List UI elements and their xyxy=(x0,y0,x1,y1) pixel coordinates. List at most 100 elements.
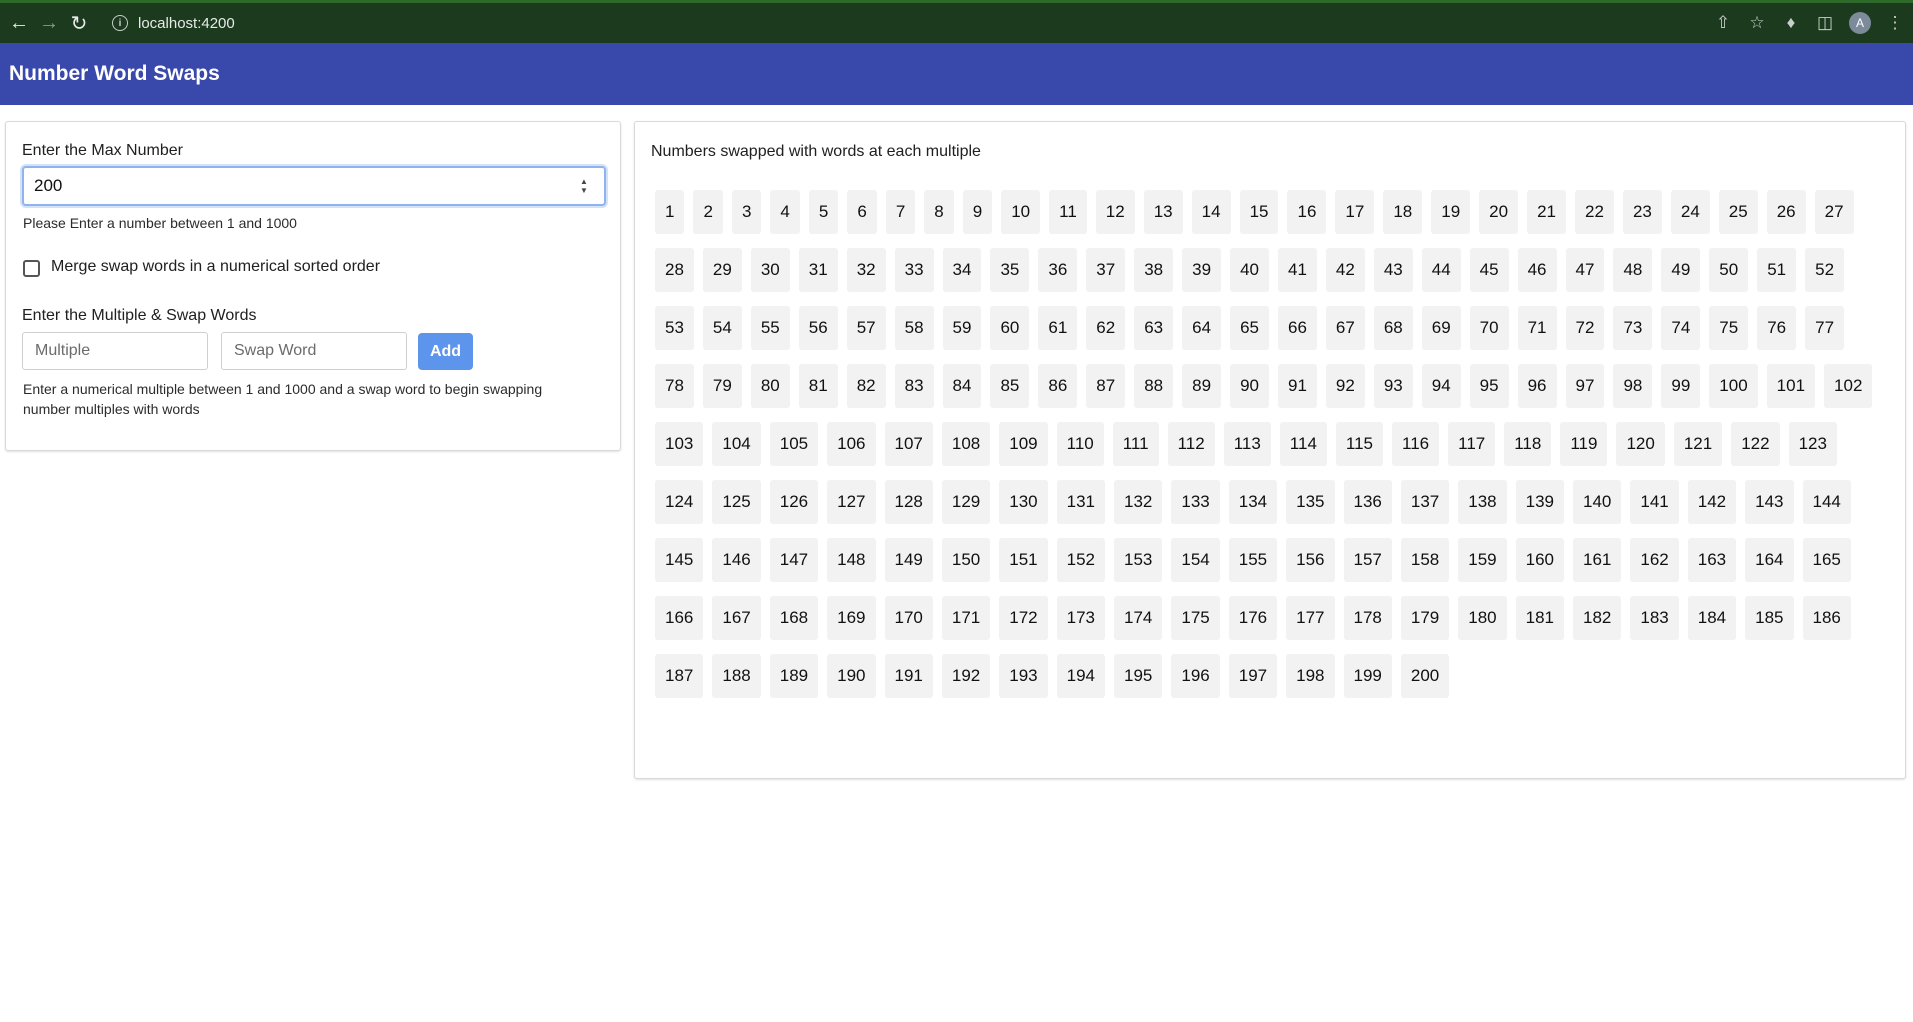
spinner-up-icon[interactable]: ▲ xyxy=(580,177,588,186)
number-chip: 53 xyxy=(655,306,694,350)
number-chip: 144 xyxy=(1802,480,1851,524)
merge-sort-checkbox[interactable] xyxy=(23,260,40,277)
number-chip: 181 xyxy=(1515,596,1564,640)
number-chip: 99 xyxy=(1661,364,1701,408)
back-arrow-icon[interactable]: ← xyxy=(6,10,32,36)
number-chip: 143 xyxy=(1745,480,1794,524)
number-chip: 184 xyxy=(1687,596,1737,640)
number-chip: 85 xyxy=(990,364,1030,408)
number-chip: 131 xyxy=(1056,480,1105,524)
number-chip: 55 xyxy=(750,306,790,350)
number-chip: 104 xyxy=(712,422,761,466)
number-chip: 10 xyxy=(1001,190,1041,234)
forward-arrow-icon[interactable]: → xyxy=(36,10,62,36)
number-chip: 20 xyxy=(1479,190,1519,234)
number-chip: 167 xyxy=(712,596,761,640)
number-chip: 128 xyxy=(884,480,933,524)
number-chip: 106 xyxy=(827,422,876,466)
number-chip: 83 xyxy=(894,364,934,408)
number-chip: 124 xyxy=(655,480,704,524)
number-chip: 197 xyxy=(1228,654,1278,698)
number-chip: 64 xyxy=(1182,306,1222,350)
number-chip: 4 xyxy=(770,190,800,234)
number-chip: 7 xyxy=(885,190,916,234)
number-chip: 88 xyxy=(1134,364,1174,408)
number-chip: 142 xyxy=(1687,480,1737,524)
number-chip: 34 xyxy=(942,248,982,292)
number-chip: 22 xyxy=(1575,190,1614,234)
number-chip: 12 xyxy=(1095,190,1135,234)
number-chip: 172 xyxy=(999,596,1048,640)
number-spinner[interactable]: ▲ ▼ xyxy=(578,175,590,197)
share-icon[interactable]: ⇧ xyxy=(1713,13,1733,33)
number-chip: 117 xyxy=(1448,422,1496,466)
number-chip: 49 xyxy=(1661,248,1701,292)
number-chip: 74 xyxy=(1661,306,1701,350)
number-chip: 40 xyxy=(1230,248,1269,292)
number-chip: 48 xyxy=(1613,248,1653,292)
number-chip: 153 xyxy=(1114,538,1163,582)
puzzle-icon[interactable]: ♦ xyxy=(1781,13,1801,33)
number-chip: 174 xyxy=(1114,596,1163,640)
number-chip: 6 xyxy=(847,190,877,234)
number-chip: 51 xyxy=(1757,248,1797,292)
number-chip: 186 xyxy=(1802,596,1851,640)
number-chip: 50 xyxy=(1709,248,1749,292)
number-chip: 190 xyxy=(827,654,876,698)
number-chip: 137 xyxy=(1400,480,1450,524)
number-chip: 149 xyxy=(884,538,933,582)
number-chip: 80 xyxy=(750,364,790,408)
number-chip: 23 xyxy=(1622,190,1662,234)
number-chip: 134 xyxy=(1228,480,1278,524)
page-title: Number Word Swaps xyxy=(9,62,220,85)
multiple-input[interactable] xyxy=(22,332,208,370)
results-card: Numbers swapped with words at each multi… xyxy=(634,121,1906,779)
number-chip: 132 xyxy=(1114,480,1163,524)
number-chip: 179 xyxy=(1400,596,1450,640)
reload-icon[interactable]: ↻ xyxy=(66,10,92,36)
side-panel-icon[interactable]: ◫ xyxy=(1815,13,1835,33)
avatar[interactable]: A xyxy=(1849,12,1871,34)
info-icon[interactable]: i xyxy=(112,15,128,31)
merge-sort-label: Merge swap words in a numerical sorted o… xyxy=(51,258,381,275)
number-chip: 110 xyxy=(1056,422,1104,466)
app-header: Number Word Swaps xyxy=(0,43,1913,105)
number-chip: 29 xyxy=(702,248,742,292)
number-chip: 113 xyxy=(1223,422,1271,466)
number-chip: 76 xyxy=(1757,306,1797,350)
number-chip: 111 xyxy=(1112,422,1159,466)
spinner-down-icon[interactable]: ▼ xyxy=(580,186,588,195)
number-chip: 97 xyxy=(1565,364,1605,408)
number-chip: 171 xyxy=(941,596,991,640)
number-chip: 58 xyxy=(894,306,934,350)
number-chip: 60 xyxy=(990,306,1030,350)
number-chip: 2 xyxy=(693,190,723,234)
swap-word-input[interactable] xyxy=(221,332,407,370)
star-icon[interactable]: ☆ xyxy=(1747,13,1767,33)
swap-words-label: Enter the Multiple & Swap Words xyxy=(22,307,257,324)
swap-words-help: Enter a numerical multiple between 1 and… xyxy=(23,381,543,417)
add-button[interactable]: Add xyxy=(418,333,473,370)
number-chip: 63 xyxy=(1134,306,1174,350)
number-chip: 192 xyxy=(941,654,991,698)
browser-actions: ⇧ ☆ ♦ ◫ A ⋮ xyxy=(1713,3,1905,43)
address-bar[interactable]: localhost:4200 xyxy=(138,15,235,32)
number-chip: 54 xyxy=(702,306,742,350)
max-number-input[interactable] xyxy=(22,166,606,206)
number-chip: 71 xyxy=(1517,306,1557,350)
number-chip: 78 xyxy=(655,364,694,408)
number-chip: 173 xyxy=(1056,596,1105,640)
number-chip: 21 xyxy=(1527,190,1567,234)
number-chip: 183 xyxy=(1630,596,1679,640)
kebab-menu-icon[interactable]: ⋮ xyxy=(1885,13,1905,33)
number-chip: 43 xyxy=(1373,248,1413,292)
number-chip: 3 xyxy=(731,190,762,234)
number-chip: 8 xyxy=(924,190,954,234)
number-chip: 95 xyxy=(1469,364,1509,408)
number-chip: 94 xyxy=(1421,364,1461,408)
number-chip: 165 xyxy=(1802,538,1851,582)
number-chip: 118 xyxy=(1504,422,1552,466)
number-chip: 158 xyxy=(1400,538,1450,582)
number-chip: 194 xyxy=(1056,654,1105,698)
number-chip: 185 xyxy=(1745,596,1794,640)
